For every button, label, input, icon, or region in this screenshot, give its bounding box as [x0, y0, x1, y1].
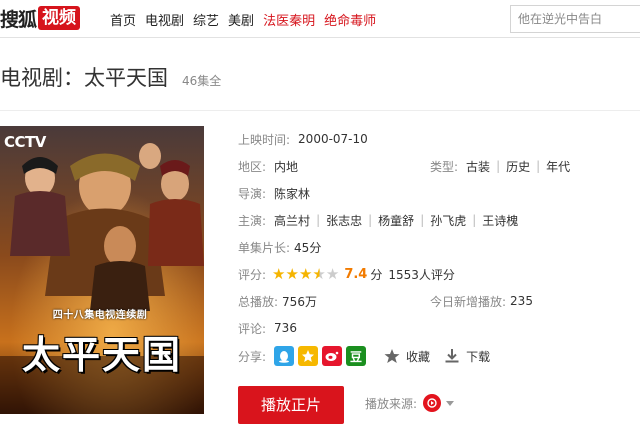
play-source[interactable]: 播放来源: [365, 394, 455, 412]
release-value: 2000-07-10 [298, 132, 368, 146]
cast-item[interactable]: 高兰村 [274, 212, 310, 229]
director-label: 导演: [238, 186, 267, 201]
duration-value: 45分 [294, 240, 322, 255]
collect-button[interactable]: 收藏 [384, 348, 430, 365]
sohu-play-icon [423, 394, 442, 412]
release-row: 上映时间: 2000-07-10 [238, 128, 368, 150]
collect-label: 收藏 [406, 349, 431, 364]
plays-row: 总播放: 756万 [238, 290, 317, 312]
star-collect-icon [384, 349, 400, 363]
plays-label: 总播放: [238, 294, 279, 309]
qzone-share-icon[interactable] [298, 346, 319, 366]
region-value[interactable]: 内地 [274, 158, 298, 175]
duration-row: 单集片长: 45分 [238, 236, 321, 258]
daily-plays-value: 235 [510, 294, 533, 308]
rating-label: 评分: [238, 267, 267, 282]
star-icon: ★ [298, 264, 313, 283]
star-empty-icon: ★ [325, 264, 340, 283]
comments-row: 评论: 736 [238, 317, 297, 339]
director-value[interactable]: 陈家林 [274, 185, 310, 202]
download-button[interactable]: 下载 [444, 348, 490, 365]
daily-plays-row: 今日新增播放: 235 [430, 290, 533, 312]
nav-item-home[interactable]: 首页 [110, 10, 136, 29]
cast-item[interactable]: 杨童舒 [378, 212, 414, 229]
poster-image[interactable]: CCTV 四十八集电视连续剧 太平天国 [0, 126, 204, 414]
download-label: 下载 [466, 349, 491, 364]
top-nav-bar: 搜狐 视频 首页 电视剧 综艺 美剧 法医秦明 绝命毒师 他在逆光中告白 [0, 0, 640, 38]
region-row: 地区: 内地 [238, 155, 298, 177]
separator: | [472, 213, 477, 227]
chevron-down-icon [446, 400, 455, 406]
rating-count: 1553人评分 [388, 267, 455, 282]
cast-label: 主演: [238, 213, 267, 228]
separator: | [368, 213, 373, 227]
genre-item[interactable]: 历史 [506, 158, 530, 175]
nav-item-promo-2[interactable]: 绝命毒师 [324, 10, 376, 29]
nav-item-us-drama[interactable]: 美剧 [228, 10, 254, 29]
share-label: 分享: [238, 349, 267, 364]
qq-share-icon[interactable] [274, 346, 295, 366]
logo-badge: 视频 [38, 6, 81, 30]
episode-count: 46集全 [182, 74, 222, 88]
site-logo[interactable]: 搜狐 视频 [0, 5, 81, 31]
share-row: 分享: 豆 收藏 下载 [238, 343, 490, 369]
star-icon: ★ [285, 264, 299, 283]
cctv-logo: CCTV [4, 133, 46, 151]
daily-plays-label: 今日新增播放: [430, 294, 507, 309]
source-label: 播放来源: [365, 396, 418, 411]
nav-item-promo-1[interactable]: 法医秦明 [263, 10, 315, 29]
comments-value[interactable]: 736 [274, 321, 297, 335]
rating-unit: 分 [370, 267, 383, 282]
page-title: 电视剧：太平天国 [0, 66, 168, 90]
search-input[interactable]: 他在逆光中告白 [510, 5, 640, 33]
separator: | [536, 159, 541, 173]
comments-label: 评论: [238, 321, 267, 336]
rating-stars[interactable]: ★ ★ ★ ★ ★ [272, 264, 340, 283]
region-label: 地区: [238, 159, 267, 174]
director-row: 导演: 陈家林 [238, 182, 310, 204]
genre-item[interactable]: 古装 [466, 158, 490, 175]
download-icon [445, 349, 459, 363]
rating-score: 7.4 [344, 266, 368, 282]
title-row: 电视剧：太平天国 46集全 [0, 62, 221, 92]
separator: | [316, 213, 321, 227]
genre-label: 类型: [430, 159, 459, 174]
cast-row: 主演: 高兰村 | 张志忠 | 杨童舒 | 孙飞虎 | 王诗槐 [238, 209, 518, 231]
play-button[interactable]: 播放正片 [238, 386, 344, 424]
star-half-icon: ★ [312, 264, 326, 283]
plays-value: 756万 [282, 294, 317, 309]
cast-item[interactable]: 王诗槐 [482, 212, 518, 229]
duration-label: 单集片长: [238, 240, 291, 255]
logo-text: 搜狐 [0, 8, 37, 31]
poster-title: 太平天国 [21, 332, 182, 377]
genre-row: 类型: 古装 | 历史 | 年代 [430, 155, 570, 177]
separator: | [420, 213, 425, 227]
main-nav: 首页 电视剧 综艺 美剧 法医秦明 绝命毒师 [110, 0, 385, 38]
cast-item[interactable]: 孙飞虎 [430, 212, 466, 229]
rating-row: 评分: ★ ★ ★ ★ ★ 7.4 分 1553人评分 [238, 263, 455, 285]
release-label: 上映时间: [238, 132, 291, 147]
poster-subtitle: 四十八集电视连续剧 [52, 310, 148, 321]
nav-item-variety[interactable]: 综艺 [193, 10, 219, 29]
nav-item-tv[interactable]: 电视剧 [145, 10, 184, 29]
genre-item[interactable]: 年代 [546, 158, 570, 175]
separator: | [496, 159, 501, 173]
star-icon: ★ [272, 264, 286, 283]
douban-share-icon[interactable]: 豆 [346, 346, 367, 366]
weibo-share-icon[interactable] [322, 346, 343, 366]
divider [0, 110, 640, 111]
cast-item[interactable]: 张志忠 [326, 212, 362, 229]
